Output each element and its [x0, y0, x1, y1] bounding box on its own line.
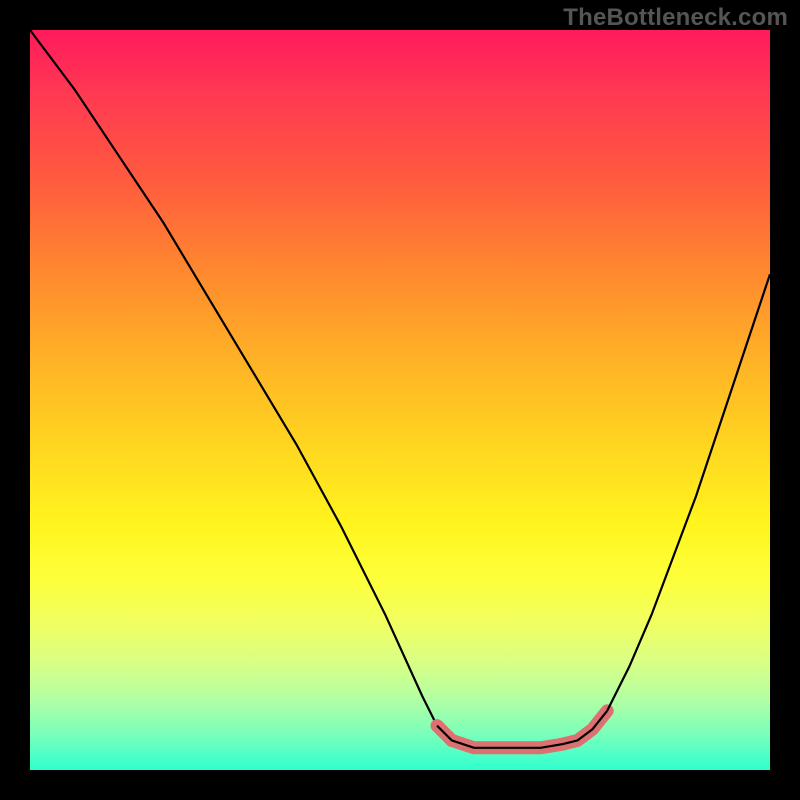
plot-area [30, 30, 770, 770]
right-curve [607, 274, 770, 711]
watermark: TheBottleneck.com [563, 4, 788, 32]
flat-highlight [437, 711, 607, 748]
chart-svg [30, 30, 770, 770]
left-curve [30, 30, 452, 740]
